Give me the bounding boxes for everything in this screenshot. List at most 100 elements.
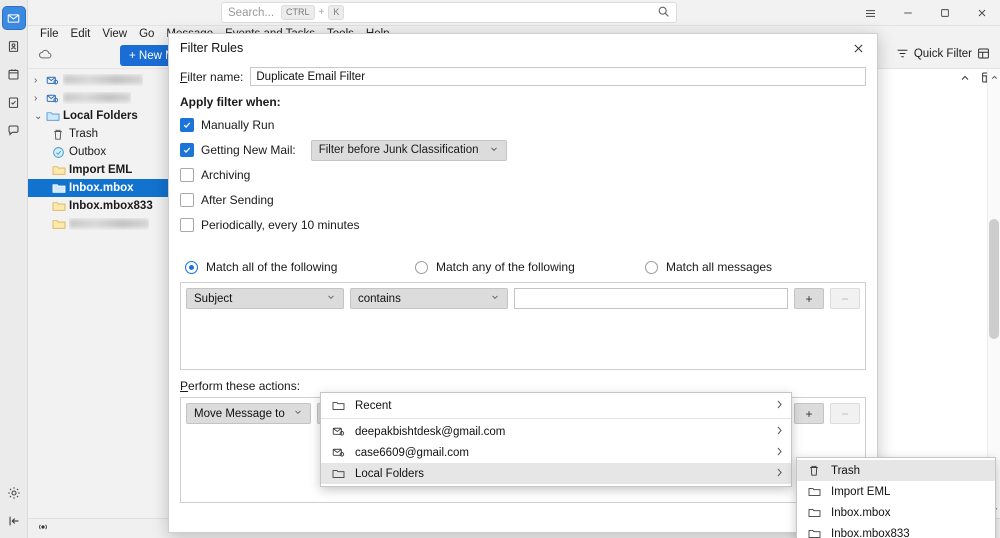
folder-label bbox=[63, 92, 131, 104]
perform-actions-label: Perform these actions: bbox=[180, 379, 301, 393]
kbd-k: K bbox=[328, 5, 345, 20]
scroll-up-icon[interactable] bbox=[988, 71, 1000, 84]
folder-icon bbox=[52, 218, 69, 230]
radio-match-any-following[interactable] bbox=[415, 260, 428, 274]
checkbox-after-sending[interactable] bbox=[180, 193, 194, 207]
collapse-header-icon[interactable] bbox=[959, 72, 971, 87]
match-all-messages-option[interactable]: Match all messages bbox=[645, 260, 772, 274]
checkbox-archiving[interactable] bbox=[180, 168, 194, 182]
search-input[interactable]: Search... CTRL + K bbox=[221, 2, 677, 23]
connectivity-icon bbox=[36, 521, 50, 536]
folder-icon bbox=[808, 486, 823, 497]
folder-icon bbox=[332, 468, 347, 479]
condition-operator-select[interactable]: contains bbox=[350, 288, 508, 309]
condition-row: Subject contains + − bbox=[186, 288, 860, 309]
chevron-right-icon bbox=[775, 425, 784, 439]
close-button[interactable] bbox=[963, 0, 1000, 26]
twisty-icon[interactable]: › bbox=[34, 75, 46, 86]
folder-row-inbox-mbox[interactable]: Inbox.mbox bbox=[28, 179, 172, 197]
title-bar: Search... CTRL + K bbox=[28, 0, 1000, 26]
folder-icon bbox=[52, 182, 69, 194]
chat-icon[interactable] bbox=[3, 119, 25, 141]
junk-classification-select[interactable]: Filter before Junk Classification bbox=[310, 139, 507, 161]
submenu-item-label: Trash bbox=[831, 464, 860, 477]
radio-match-all-following[interactable] bbox=[185, 260, 198, 274]
folder-icon bbox=[52, 164, 69, 176]
account-icon bbox=[332, 425, 347, 438]
chevron-right-icon bbox=[775, 446, 784, 460]
remove-condition-button: − bbox=[830, 288, 860, 309]
twisty-icon[interactable]: › bbox=[34, 93, 46, 104]
submenu-item-inbox-mbox833[interactable]: Inbox.mbox833 bbox=[797, 523, 995, 538]
folder-row-redacted[interactable] bbox=[28, 215, 172, 233]
folder-row-import-eml[interactable]: Import EML bbox=[28, 161, 172, 179]
trigger-archiving[interactable]: Archiving bbox=[180, 166, 866, 184]
window-controls bbox=[852, 0, 1000, 26]
checkbox-manually-run[interactable] bbox=[180, 118, 194, 132]
add-condition-button[interactable]: + bbox=[794, 288, 824, 309]
match-any-following-option[interactable]: Match any of the following bbox=[415, 260, 645, 274]
quick-filter-label[interactable]: Quick Filter bbox=[914, 48, 972, 60]
address-book-icon[interactable] bbox=[3, 35, 25, 57]
radio-match-all-messages[interactable] bbox=[645, 260, 658, 274]
maximize-button[interactable] bbox=[926, 0, 963, 26]
menu-file[interactable]: File bbox=[34, 26, 65, 43]
menu-view[interactable]: View bbox=[96, 26, 133, 43]
condition-value-input[interactable] bbox=[514, 288, 788, 309]
apply-filter-when-label: Apply filter when: bbox=[180, 95, 281, 109]
menu-edit[interactable]: Edit bbox=[65, 26, 97, 43]
trash-icon bbox=[52, 128, 69, 141]
scrollbar-thumb[interactable] bbox=[989, 219, 999, 339]
menu-item-account-case6609[interactable]: case6609@gmail.com bbox=[321, 442, 791, 463]
twisty-icon[interactable]: ⌄ bbox=[34, 111, 46, 122]
message-list-scrollbar[interactable] bbox=[987, 69, 1000, 518]
match-options-row: Match all of the following Match any of … bbox=[180, 260, 866, 274]
app-menu-button[interactable] bbox=[852, 0, 889, 26]
folder-icon bbox=[46, 110, 63, 122]
mail-icon[interactable] bbox=[2, 7, 25, 29]
folder-icon bbox=[808, 528, 823, 538]
search-icon[interactable] bbox=[657, 5, 670, 21]
dialog-close-icon[interactable] bbox=[847, 37, 869, 59]
redacted-folder-name bbox=[69, 219, 149, 229]
action-type-select[interactable]: Move Message to bbox=[186, 403, 311, 424]
submenu-item-trash[interactable]: Trash bbox=[797, 460, 995, 481]
cloud-sync-icon[interactable] bbox=[38, 47, 53, 65]
folder-row-inbox-mbox833[interactable]: Inbox.mbox833 bbox=[28, 197, 172, 215]
condition-field-value: Subject bbox=[194, 292, 233, 305]
collapse-pane-icon[interactable] bbox=[3, 510, 25, 532]
menu-item-local-folders[interactable]: Local Folders bbox=[321, 463, 791, 484]
folder-icon bbox=[52, 200, 69, 212]
submenu-item-inbox-mbox[interactable]: Inbox.mbox bbox=[797, 502, 995, 523]
match-all-following-option[interactable]: Match all of the following bbox=[185, 260, 415, 274]
add-action-button[interactable]: + bbox=[794, 403, 824, 424]
submenu-item-import-eml[interactable]: Import EML bbox=[797, 481, 995, 502]
folder-row-account-1[interactable]: › bbox=[28, 71, 172, 89]
minimize-button[interactable] bbox=[889, 0, 926, 26]
folder-row-outbox[interactable]: Outbox bbox=[28, 143, 172, 161]
folder-row-local-folders[interactable]: ⌄ Local Folders bbox=[28, 107, 172, 125]
chevron-right-icon bbox=[775, 467, 784, 481]
trigger-periodically[interactable]: Periodically, every 10 minutes bbox=[180, 216, 866, 234]
trigger-after-sending[interactable]: After Sending bbox=[180, 191, 866, 209]
checkbox-periodically[interactable] bbox=[180, 218, 194, 232]
menu-go[interactable]: Go bbox=[133, 26, 160, 43]
menu-item-account-deepakbishtdesk[interactable]: deepakbishtdesk@gmail.com bbox=[321, 421, 791, 442]
folder-row-account-2[interactable]: › bbox=[28, 89, 172, 107]
folder-icon bbox=[808, 507, 823, 518]
menu-item-recent[interactable]: Recent bbox=[321, 395, 791, 416]
folder-pane: › › ⌄ Local Folders Trash Outbox Import … bbox=[28, 69, 173, 518]
menu-item-label: Recent bbox=[355, 399, 392, 412]
calendar-icon[interactable] bbox=[3, 63, 25, 85]
folder-row-trash[interactable]: Trash bbox=[28, 125, 172, 143]
condition-field-select[interactable]: Subject bbox=[186, 288, 344, 309]
layout-options-icon[interactable] bbox=[977, 47, 990, 60]
tasks-icon[interactable] bbox=[3, 91, 25, 113]
trigger-manually-run[interactable]: Manually Run bbox=[180, 116, 866, 134]
folder-label: Inbox.mbox bbox=[69, 182, 134, 194]
checkbox-getting-new-mail[interactable] bbox=[180, 143, 194, 157]
trigger-getting-new-mail[interactable]: Getting New Mail: Filter before Junk Cla… bbox=[180, 139, 866, 161]
account-icon bbox=[46, 92, 63, 105]
settings-gear-icon[interactable] bbox=[3, 482, 25, 504]
filter-name-input[interactable] bbox=[250, 67, 866, 86]
